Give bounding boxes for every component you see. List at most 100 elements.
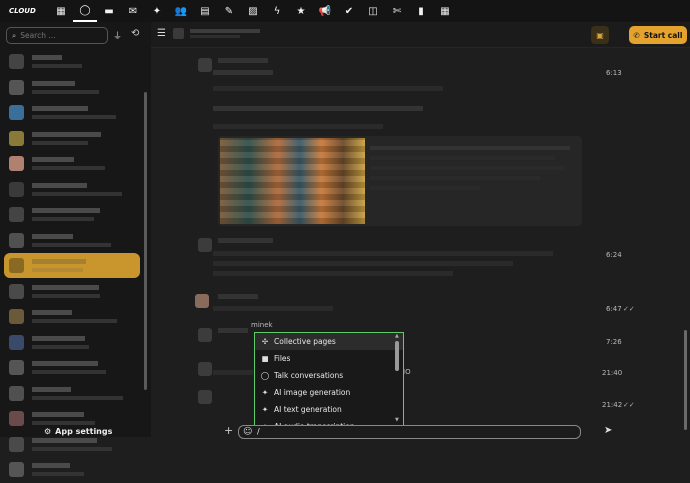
search-icon[interactable]: ◯ bbox=[73, 0, 97, 22]
command-autocomplete-popup: ✣ Collective pages ■ Files ◯ Talk conversatio… bbox=[254, 332, 404, 431]
conversation-title[interactable] bbox=[173, 28, 293, 39]
conversation-item[interactable] bbox=[4, 381, 140, 406]
folder-icon: ■ bbox=[261, 354, 269, 363]
collectives-icon: ✣ bbox=[261, 337, 269, 346]
conversation-item[interactable] bbox=[4, 75, 140, 100]
conversation-item[interactable] bbox=[4, 151, 140, 176]
preview-text bbox=[370, 156, 555, 160]
conversation-list bbox=[4, 49, 140, 483]
conversation-item[interactable] bbox=[4, 49, 140, 74]
emoji-icon[interactable]: ☺ bbox=[243, 427, 252, 437]
files-icon[interactable]: ▬ bbox=[97, 0, 121, 22]
ai-text-icon: ✦ bbox=[261, 405, 269, 414]
app-settings-button[interactable]: ⚙ App settings bbox=[44, 427, 112, 436]
avatar bbox=[198, 58, 212, 72]
autocomplete-item[interactable]: ■ Files bbox=[255, 350, 403, 367]
conversation-preview bbox=[32, 335, 89, 349]
avatar bbox=[9, 156, 24, 171]
message-author bbox=[218, 294, 258, 299]
chat-scrollbar[interactable] bbox=[684, 330, 687, 430]
announcements-icon[interactable]: 📢 bbox=[313, 0, 337, 22]
avatar bbox=[9, 130, 24, 146]
search-input[interactable] bbox=[20, 31, 101, 40]
avatar bbox=[9, 436, 24, 452]
preview-text bbox=[370, 186, 480, 190]
avatar bbox=[9, 385, 24, 401]
activity-icon[interactable]: ϟ bbox=[265, 0, 289, 22]
calendar-button[interactable]: ▣ bbox=[591, 26, 609, 44]
avatar bbox=[9, 207, 24, 222]
conversation-preview bbox=[32, 412, 95, 425]
avatar bbox=[9, 232, 24, 248]
conversation-item[interactable] bbox=[4, 202, 140, 227]
conversation-preview bbox=[32, 259, 86, 272]
mail-icon[interactable]: ✉ bbox=[121, 0, 145, 22]
autocomplete-item-label: AI text generation bbox=[274, 405, 342, 414]
conversation-preview bbox=[32, 361, 106, 374]
toggle-sidebar-icon[interactable]: ☰ bbox=[157, 28, 166, 39]
favorites-icon[interactable]: ★ bbox=[289, 0, 313, 22]
message-timestamp: 6:13 bbox=[606, 69, 622, 77]
app-icons: ▦ ◯ ▬ ✉ ✦ 👥 ▤ ✎ ▨ ϟ ★ 📢 ✔ ◫ ✄ ▮ ▦ bbox=[49, 0, 457, 22]
conversation-item[interactable] bbox=[4, 126, 140, 151]
cloud-logo[interactable]: CLOUD bbox=[9, 7, 36, 15]
conversation-item[interactable] bbox=[4, 355, 140, 380]
calendar-icon[interactable]: ▤ bbox=[193, 0, 217, 22]
autocomplete-item[interactable]: ✦ AI text generation bbox=[255, 401, 403, 418]
talk-icon: ◯ bbox=[260, 371, 270, 380]
message-text bbox=[213, 370, 253, 375]
conversation-item[interactable] bbox=[4, 457, 140, 482]
link-preview[interactable] bbox=[218, 136, 582, 226]
conversation-sidebar: ⌕ ⏚ ⟲ ⚙ App settings bbox=[0, 22, 151, 477]
security-icon[interactable]: ◫ bbox=[361, 0, 385, 22]
avatar bbox=[198, 390, 212, 404]
new-conversation-icon[interactable]: ⟲ bbox=[131, 28, 139, 39]
conversation-item[interactable] bbox=[4, 304, 140, 329]
tasks-icon[interactable]: ✔ bbox=[337, 0, 361, 22]
preview-image bbox=[220, 138, 365, 224]
contacts-icon[interactable]: 👥 bbox=[169, 0, 193, 22]
popup-scrollbar[interactable] bbox=[395, 341, 399, 371]
message-text bbox=[213, 70, 273, 75]
conversation-description bbox=[190, 35, 240, 38]
calendar-icon: ▣ bbox=[596, 30, 604, 40]
conversation-item[interactable] bbox=[4, 279, 140, 304]
ai-icon[interactable]: ✦ bbox=[145, 0, 169, 22]
sidebar-scrollbar[interactable] bbox=[144, 92, 147, 390]
autocomplete-item[interactable]: ✣ Collective pages bbox=[255, 333, 403, 350]
send-icon[interactable]: ➤ bbox=[604, 425, 612, 436]
spreadsheet-icon[interactable]: ▦ bbox=[433, 0, 457, 22]
message-author bbox=[218, 238, 273, 243]
conversation-item[interactable] bbox=[4, 253, 140, 278]
conversation-preview bbox=[32, 55, 82, 68]
message-timestamp: 21:42 bbox=[602, 401, 623, 409]
attach-icon[interactable]: + bbox=[224, 424, 233, 437]
conversation-item[interactable] bbox=[4, 177, 140, 202]
avatar bbox=[9, 334, 24, 350]
ai-image-icon: ✦ bbox=[261, 388, 269, 397]
conversation-item[interactable] bbox=[4, 100, 140, 125]
composer-text[interactable]: / bbox=[257, 427, 260, 436]
analytics-icon[interactable]: ▮ bbox=[409, 0, 433, 22]
avatar bbox=[195, 294, 209, 308]
notes-icon[interactable]: ✎ bbox=[217, 0, 241, 22]
avatar bbox=[9, 462, 24, 477]
conversation-item[interactable] bbox=[4, 228, 140, 253]
food-icon[interactable]: ✄ bbox=[385, 0, 409, 22]
dashboard-icon[interactable]: ▦ bbox=[49, 0, 73, 22]
start-call-button[interactable]: ✆ Start call bbox=[629, 26, 687, 44]
autocomplete-item[interactable]: ◯ Talk conversations bbox=[255, 367, 403, 384]
filter-icon[interactable]: ⏚ bbox=[113, 29, 122, 42]
conversation-item[interactable] bbox=[4, 330, 140, 355]
conversation-preview bbox=[32, 284, 100, 298]
search-box[interactable]: ⌕ bbox=[6, 27, 108, 44]
conversation-preview bbox=[32, 310, 117, 323]
message-text bbox=[213, 124, 383, 129]
conversation-name bbox=[190, 29, 260, 33]
scroll-down-icon[interactable]: ▼ bbox=[395, 417, 399, 423]
scroll-up-icon[interactable]: ▲ bbox=[395, 333, 399, 339]
photos-icon[interactable]: ▨ bbox=[241, 0, 265, 22]
message-author bbox=[218, 58, 268, 63]
autocomplete-item[interactable]: ✦ AI image generation bbox=[255, 384, 403, 401]
conversation-preview bbox=[32, 233, 111, 247]
